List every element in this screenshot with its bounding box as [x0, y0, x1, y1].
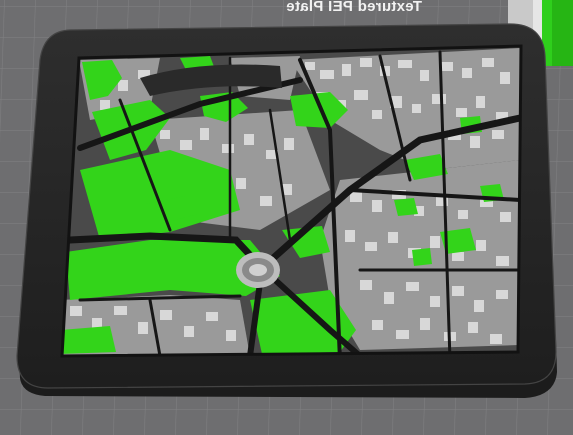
3d-viewport[interactable]: Textured PEI Plate [0, 0, 573, 435]
city-map-insert[interactable] [50, 40, 530, 370]
colosseum-landmark [236, 252, 280, 288]
build-plate-label: Textured PEI Plate [286, 0, 422, 15]
3d-scene[interactable] [0, 0, 573, 435]
